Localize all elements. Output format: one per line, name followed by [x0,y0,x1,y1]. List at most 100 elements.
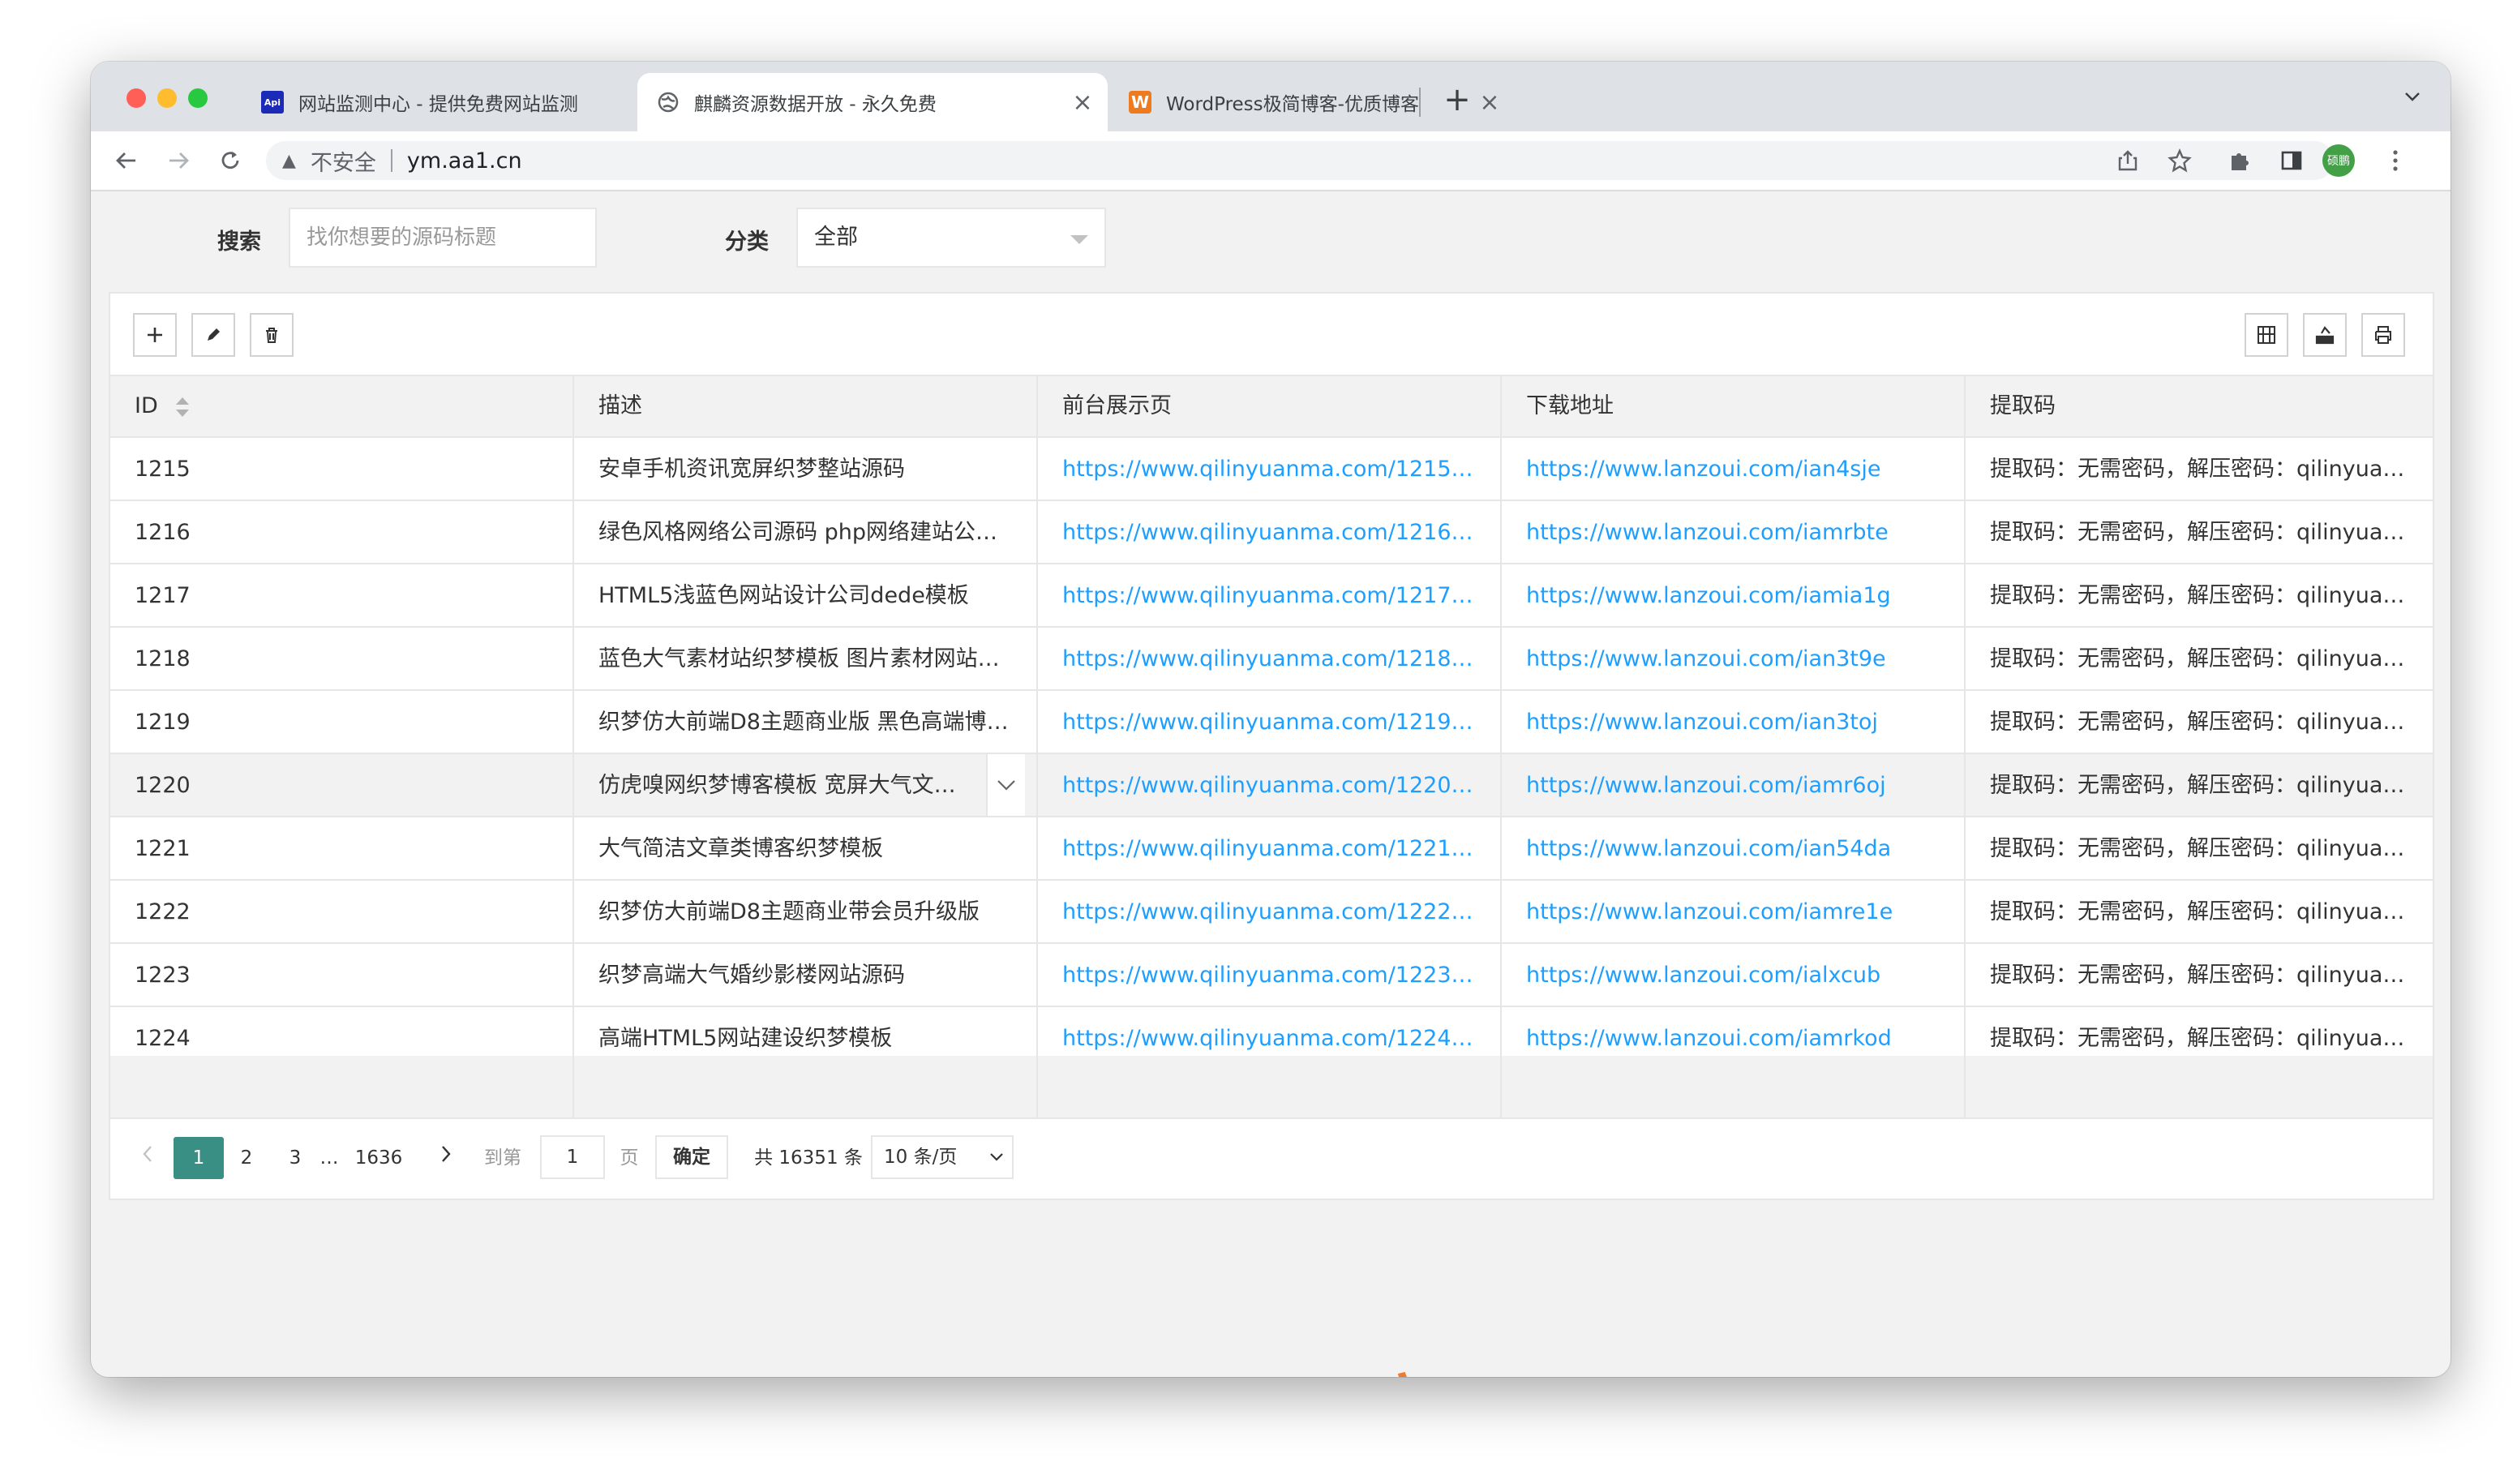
table-row[interactable]: 1218 蓝色大气素材站织梦模板 图片素材网站源码 https://www.qili… [110,628,2433,691]
cell-id: 1222 [135,899,191,924]
cell-id: 1221 [135,836,191,861]
edit-button[interactable] [191,313,235,357]
cell-download-link[interactable]: https://www.lanzoui.com/ian4sje [1502,438,1964,501]
warning-triangle-icon: ▲ [282,150,296,171]
share-icon[interactable] [2110,143,2146,178]
address-bar[interactable]: ▲ 不安全 ym.aa1.cn [266,141,2334,180]
table-row[interactable]: 1222 织梦仿大前端D8主题商业带会员升级版 https://www.qiliny… [110,881,2433,944]
browser-tab-2[interactable]: 麒麟资源数据开放 - 永久免费 × [637,73,1108,131]
page-button-2[interactable]: 2 [230,1137,263,1179]
caret-down-icon [1070,235,1088,244]
table-row[interactable]: 1219 织梦仿大前端D8主题商业版 黑色高端博客模板 https://www.qi… [110,691,2433,754]
cell-page-link[interactable]: https://www.qilinyuanma.com/1223.html [1038,944,1500,1007]
cell-desc: 织梦高端大气婚纱影楼网站源码 [598,963,905,988]
column-header-code: 提取码 [1990,393,2056,418]
cell-desc: 织梦仿大前端D8主题商业带会员升级版 [598,899,980,924]
table-row[interactable]: 1224 高端HTML5网站建设织梦模板 https://www.qilinyuan… [110,1007,2433,1057]
search-input[interactable]: 找你想要的源码标题 [289,208,597,268]
api-favicon-icon: Api [261,91,284,114]
trash-icon [266,328,277,343]
cell-page-link[interactable]: https://www.qilinyuanma.com/1217.html [1038,564,1500,628]
tab-title: 网站监测中心 - 提供免费网站监测 [298,94,578,115]
page-button-3[interactable]: 3 [279,1137,311,1179]
pencil-icon [208,328,220,341]
page-button-last[interactable]: 1636 [350,1137,407,1179]
tab-divider [1419,88,1421,117]
table-row[interactable]: 1216 绿色风格网络公司源码 php网络建站公司网站源码 https://www.… [110,501,2433,564]
export-icon [2315,326,2335,345]
prev-page-chevron-icon[interactable] [131,1137,164,1179]
cell-desc: 大气简洁文章类博客织梦模板 [598,836,883,861]
table-row[interactable]: 1217 HTML5浅蓝色网站设计公司dede模板 https://www.qili… [110,564,2433,628]
bookmark-star-icon[interactable] [2162,143,2198,178]
export-button[interactable] [2303,313,2347,357]
cell-code: 提取码：无需密码，解压密码：qilinyuanma [1990,520,2432,545]
cell-page-link[interactable]: https://www.qilinyuanma.com/1215.html [1038,438,1500,501]
tab-search-chevron-icon[interactable] [2402,86,2423,113]
column-header-download: 下载地址 [1526,393,1614,418]
cell-download-link[interactable]: https://www.lanzoui.com/iamia1g [1502,564,1964,628]
plus-icon [148,328,162,342]
page-unit-label: 页 [620,1147,639,1169]
browser-toolbar: ▲ 不安全 ym.aa1.cn 硕鹏 [91,131,2451,191]
page-ellipsis: … [319,1147,339,1169]
sort-arrows-icon[interactable] [176,397,190,417]
cell-id: 1223 [135,963,191,988]
confirm-goto-button[interactable]: 确定 [655,1135,728,1179]
minimize-window-button[interactable] [157,88,177,108]
print-button[interactable] [2361,313,2405,357]
extensions-puzzle-icon[interactable] [2222,143,2258,178]
cell-download-link[interactable]: https://www.lanzoui.com/ian3t9e [1502,628,1964,691]
cell-download-link[interactable]: https://www.lanzoui.com/iamre1e [1502,881,1964,944]
cell-page-link[interactable]: https://www.qilinyuanma.com/1222.html [1038,881,1500,944]
new-tab-button[interactable]: + [1437,81,1477,118]
total-count: 共 16351 条 [754,1147,863,1169]
url-text[interactable]: ym.aa1.cn [407,148,522,174]
table-header: ID 描述 前台展示页 下载地址 提取码 [110,375,2433,438]
browser-tab-3[interactable]: W WordPress极简博客-优质博客 × [1048,73,1502,131]
more-menu-icon[interactable] [2378,143,2413,178]
category-select[interactable]: 全部 [796,208,1106,268]
cell-download-link[interactable]: https://www.lanzoui.com/ian3toj [1502,691,1964,754]
close-window-button[interactable] [126,88,146,108]
cell-code: 提取码：无需密码，解压密码：qilinyuanma [1990,710,2432,735]
next-page-chevron-icon[interactable] [430,1137,462,1179]
reload-icon[interactable] [212,143,248,178]
data-table-panel: ID 描述 前台展示页 下载地址 提取码 1215 安卓手机资讯宽屏织梦整站源码 h… [109,292,2434,1200]
maximize-window-button[interactable] [188,88,208,108]
cell-page-link[interactable]: https://www.qilinyuanma.com/1220.html [1038,754,1500,817]
cell-page-link[interactable]: https://www.qilinyuanma.com/1221.html [1038,817,1500,881]
cell-desc: 织梦仿大前端D8主题商业版 黑色高端博客模板 [598,710,1036,735]
cell-page-link[interactable]: https://www.qilinyuanma.com/1216.html [1038,501,1500,564]
profile-avatar[interactable]: 硕鹏 [2322,144,2355,177]
page-button-1[interactable]: 1 [174,1137,224,1179]
add-button[interactable] [133,313,177,357]
cell-page-link[interactable]: https://www.qilinyuanma.com/1219.html [1038,691,1500,754]
back-arrow-icon[interactable] [109,143,144,178]
cell-download-link[interactable]: https://www.lanzoui.com/ialxcub [1502,944,1964,1007]
table-row[interactable]: 1215 安卓手机资讯宽屏织梦整站源码 https://www.qilinyuanm… [110,438,2433,501]
table-row[interactable]: 1220 仿虎嗅网织梦博客模板 宽屏大气文章资讯模板 https://www.qil… [110,754,2433,817]
cell-download-link[interactable]: https://www.lanzoui.com/iamr6oj [1502,754,1964,817]
expand-cell-chevron-icon[interactable] [986,754,1025,816]
cell-id: 1218 [135,646,191,671]
forward-arrow-icon[interactable] [161,143,196,178]
chevron-down-icon [990,1153,1003,1161]
table-row[interactable]: 1223 织梦高端大气婚纱影楼网站源码 https://www.qilinyuanm… [110,944,2433,1007]
table-row[interactable]: 1221 大气简洁文章类博客织梦模板 https://www.qilinyuanma… [110,817,2433,881]
page-size-select[interactable]: 10 条/页 [871,1135,1014,1179]
cell-page-link[interactable]: https://www.qilinyuanma.com/1218.html [1038,628,1500,691]
cell-id: 1219 [135,710,191,735]
columns-filter-button[interactable] [2245,313,2288,357]
category-select-value: 全部 [814,225,858,250]
column-header-id[interactable]: ID [110,376,572,436]
goto-label: 到第 [484,1147,521,1169]
cell-download-link[interactable]: https://www.lanzoui.com/iamrbte [1502,501,1964,564]
goto-page-input[interactable]: 1 [540,1135,605,1179]
side-panel-icon[interactable] [2274,143,2309,178]
cell-desc: 安卓手机资讯宽屏织梦整站源码 [598,457,905,482]
close-tab-icon[interactable]: × [1477,88,1502,117]
delete-button[interactable] [250,313,294,357]
security-label[interactable]: 不安全 [311,145,376,177]
cell-download-link[interactable]: https://www.lanzoui.com/ian54da [1502,817,1964,881]
